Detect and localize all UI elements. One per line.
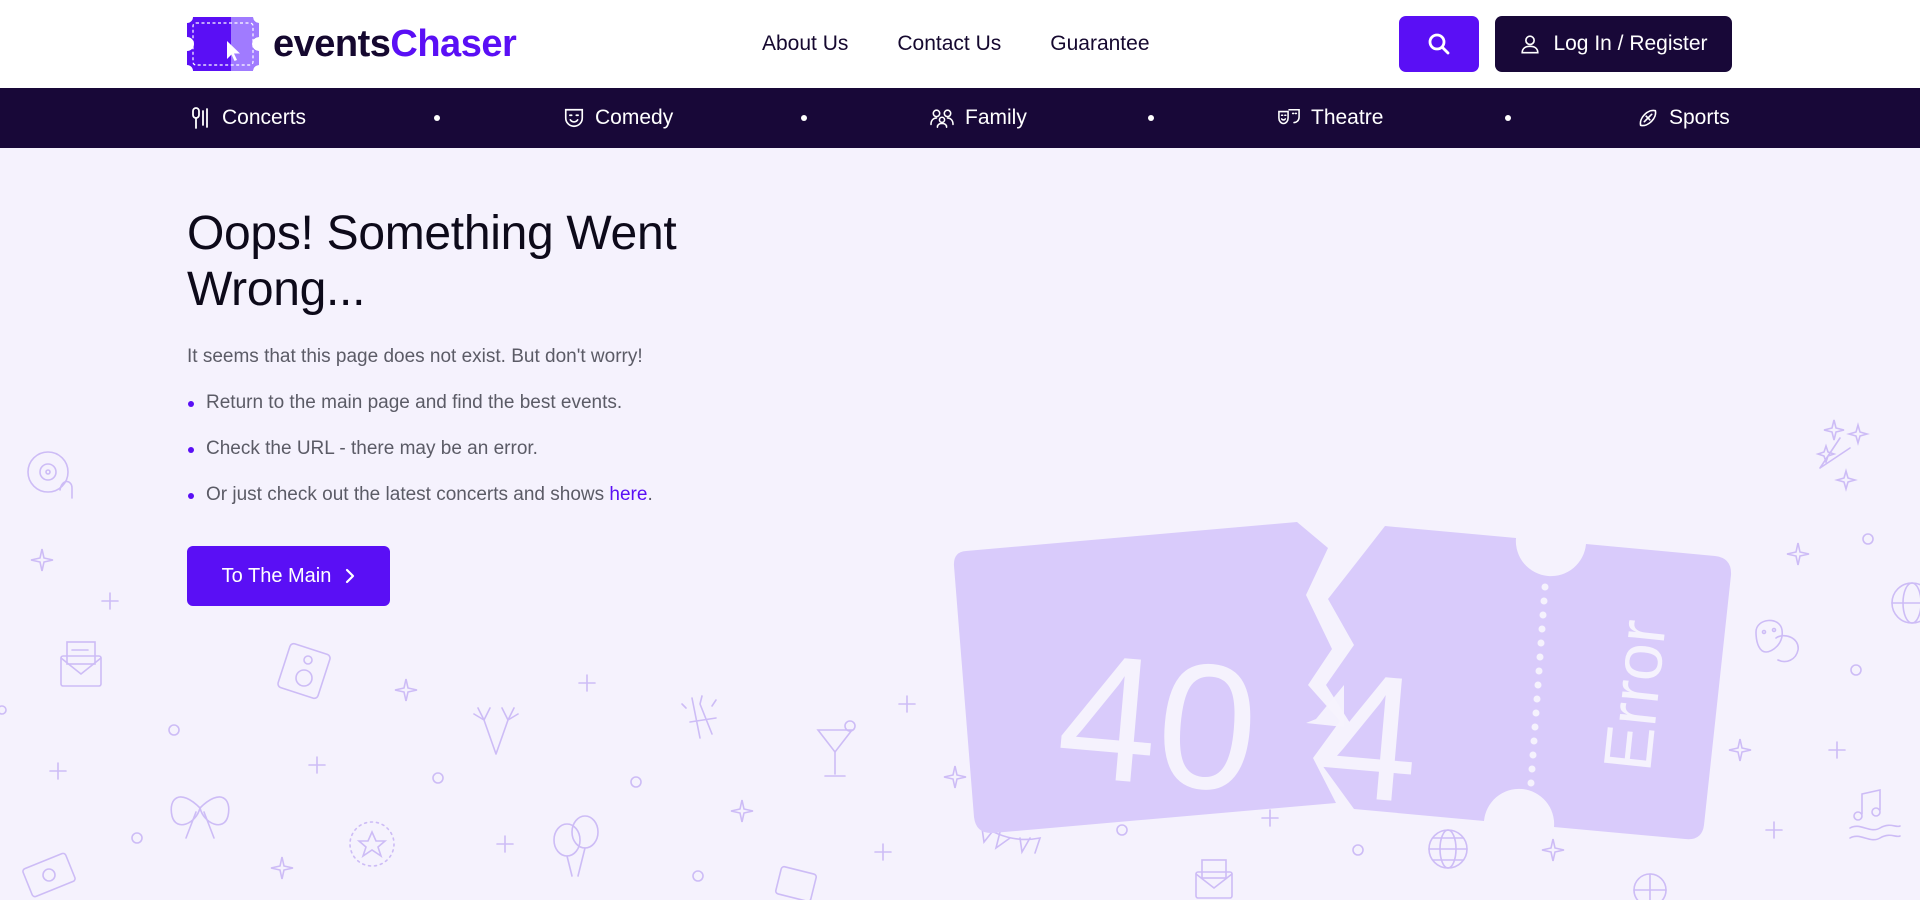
fireworks-icon (1815, 419, 1870, 492)
bow-icon (170, 796, 230, 839)
category-sports[interactable]: Sports (1637, 88, 1730, 148)
to-main-button[interactable]: To The Main (187, 546, 390, 606)
nav-guarantee[interactable]: Guarantee (1050, 30, 1149, 58)
circle-decor (0, 705, 7, 715)
ticket-error-label: Error (1589, 616, 1680, 774)
list-item: Return to the main page and find the bes… (187, 392, 653, 438)
microphone-icon (192, 107, 208, 129)
fireworks-icon (473, 707, 519, 755)
chevron-right-icon (346, 568, 355, 584)
confetti-icon (681, 695, 717, 739)
circle-decor (168, 724, 180, 736)
ticket-404-right: 4 (1312, 634, 1428, 841)
user-icon (1521, 35, 1540, 54)
category-label: Sports (1669, 106, 1730, 129)
category-family[interactable]: Family (929, 88, 1027, 148)
circle-decor (131, 832, 143, 844)
category-comedy[interactable]: Comedy (563, 88, 673, 148)
music-notes-icon (1849, 789, 1901, 841)
broken-ticket-illustration: 40 4 Error (953, 522, 1732, 841)
category-concerts[interactable]: Concerts (190, 88, 306, 148)
plus-icon (578, 674, 596, 692)
cocktail-icon (816, 720, 856, 777)
sparkle-icon (730, 799, 754, 823)
theatre-masks-icon (1278, 108, 1300, 125)
envelope-icon (60, 641, 102, 687)
star-burst-icon (349, 821, 395, 867)
logo-wordmark: eventsChaser (273, 23, 517, 65)
site-header: eventsChaser About Us Contact Us Guarant… (0, 0, 1920, 88)
category-label: Family (965, 106, 1027, 129)
plus-icon (1828, 741, 1846, 759)
globe-icon (1891, 582, 1920, 624)
error-lead-text: It seems that this page does not exist. … (187, 346, 643, 367)
error-title: Oops! Something Went Wrong... (187, 207, 677, 316)
list-item: Check the URL - there may be an error. (187, 438, 653, 484)
theatre-masks-icon (1755, 619, 1799, 663)
category-label: Concerts (222, 106, 307, 129)
separator-dot (1505, 115, 1511, 121)
ticket-logo-icon (187, 17, 259, 71)
nav-about-us[interactable]: About Us (762, 30, 848, 58)
separator-dot (434, 115, 440, 121)
vinyl-record-icon (27, 451, 73, 499)
main-nav: About Us Contact Us Guarantee (762, 30, 1150, 58)
sparkle-icon (270, 856, 294, 880)
ferris-wheel-icon (1633, 873, 1667, 900)
circle-decor (630, 776, 642, 788)
category-label: Comedy (595, 106, 674, 129)
money-icon (22, 852, 76, 898)
circle-decor (432, 772, 444, 784)
logo[interactable]: eventsChaser (187, 17, 517, 71)
list-item: Or just check out the latest concerts an… (187, 484, 653, 530)
plus-icon (101, 592, 119, 610)
login-label: Log In / Register (1553, 32, 1708, 55)
family-icon (930, 109, 954, 128)
ticket-404-left: 40 (1051, 615, 1266, 830)
search-icon (1428, 33, 1450, 55)
ticket-small-icon (774, 865, 818, 900)
plus-icon (49, 762, 67, 780)
sparkle-icon (1786, 542, 1810, 566)
speaker-icon (277, 642, 331, 700)
plus-icon (308, 756, 326, 774)
football-icon (1639, 109, 1657, 127)
plus-icon (898, 695, 916, 713)
envelope-icon (1195, 859, 1233, 899)
error-page: Oops! Something Went Wrong... It seems t… (0, 148, 1920, 900)
sparkle-icon (394, 678, 418, 702)
circle-decor (692, 870, 704, 882)
suggestion-list: Return to the main page and find the bes… (187, 392, 653, 530)
here-link[interactable]: here (609, 484, 647, 505)
to-main-label: To The Main (221, 564, 332, 587)
nav-contact-us[interactable]: Contact Us (897, 30, 1001, 58)
plus-icon (1765, 821, 1783, 839)
circle-decor (1862, 533, 1874, 545)
separator-dot (1148, 115, 1154, 121)
balloons-icon (553, 815, 599, 877)
plus-icon (874, 843, 892, 861)
search-button[interactable] (1399, 16, 1479, 72)
sparkle-icon (30, 548, 54, 572)
login-register-button[interactable]: Log In / Register (1495, 16, 1732, 72)
category-label: Theatre (1311, 106, 1384, 129)
comedy-mask-icon (564, 108, 584, 128)
category-theatre[interactable]: Theatre (1277, 88, 1383, 148)
plus-icon (496, 835, 514, 853)
circle-decor (1850, 664, 1862, 676)
separator-dot (801, 115, 807, 121)
category-bar: Concerts Comedy Family Theatre Sports (0, 88, 1920, 148)
